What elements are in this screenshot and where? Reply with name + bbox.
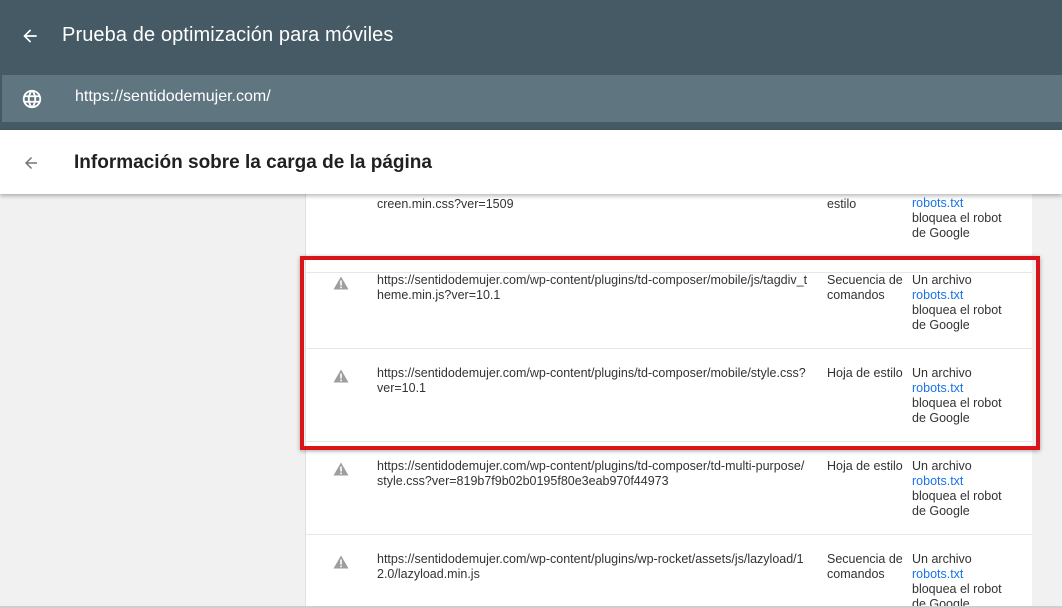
resource-type: estilo — [827, 197, 857, 211]
warning-icon — [333, 276, 349, 290]
status-text: Un archivo — [912, 459, 972, 473]
status-text: bloquea el robot — [912, 582, 1002, 596]
table-row: https://sentidodemujer.com/wp-content/pl… — [306, 256, 1032, 349]
resource-type: Secuencia de comandos — [827, 273, 903, 302]
arrow-back-icon — [23, 29, 37, 43]
resource-url: https://sentidodemujer.com/wp-content/pl… — [377, 459, 805, 488]
table-row: https://sentidodemujer.com/wp-content/pl… — [306, 442, 1032, 535]
warning-icon — [333, 462, 349, 476]
status-text: Un archivo — [912, 366, 972, 380]
app-title: Prueba de optimización para móviles — [62, 24, 394, 46]
resource-status: Un archivo robots.txt bloquea el robot d… — [912, 552, 1030, 608]
robots-txt-link[interactable]: robots.txt — [912, 474, 1030, 489]
resource-status: Un archivo robots.txt bloquea el robot d… — [912, 273, 1030, 333]
robots-txt-link[interactable]: robots.txt — [912, 288, 1030, 303]
panel-back-button[interactable] — [18, 150, 44, 176]
resource-url: https://sentidodemujer.com/wp-content/pl… — [377, 366, 806, 395]
warning-icon — [333, 555, 349, 569]
url-bar[interactable]: https://sentidodemujer.com/ — [2, 75, 1062, 122]
resource-type: Secuencia de comandos — [827, 552, 903, 581]
panel-title: Información sobre la carga de la página — [74, 152, 432, 173]
status-text: bloquea el robot — [912, 489, 1002, 503]
resources-table: creen.min.css?ver=1509 estilo robots.txt… — [305, 194, 1032, 608]
status-text: Un archivo — [912, 552, 972, 566]
table-row: https://sentidodemujer.com/wp-content/pl… — [306, 349, 1032, 442]
resource-url: https://sentidodemujer.com/wp-content/pl… — [377, 273, 808, 302]
table-row: https://sentidodemujer.com/wp-content/pl… — [306, 535, 1032, 608]
resource-type: Hoja de estilo — [827, 366, 903, 380]
arrow-back-icon — [25, 157, 37, 169]
warning-icon — [333, 369, 349, 383]
robots-txt-link[interactable]: robots.txt — [912, 381, 1030, 396]
app-header: Prueba de optimización para móviles http… — [0, 0, 1062, 130]
status-text: bloquea el robot — [912, 396, 1002, 410]
resource-status: Un archivo robots.txt bloquea el robot d… — [912, 366, 1030, 426]
page: Prueba de optimización para móviles http… — [0, 0, 1062, 608]
resource-url: creen.min.css?ver=1509 — [377, 197, 514, 211]
status-text: de Google — [912, 226, 970, 240]
globe-icon — [22, 89, 42, 109]
resource-status: Un archivo robots.txt bloquea el robot d… — [912, 459, 1030, 519]
robots-txt-link[interactable]: robots.txt — [912, 567, 1030, 582]
resource-status: robots.txt bloquea el robot de Google — [912, 196, 1030, 241]
resource-url: https://sentidodemujer.com/wp-content/pl… — [377, 552, 804, 581]
status-text: de Google — [912, 504, 970, 518]
status-text: bloquea el robot — [912, 211, 1002, 225]
header-back-button[interactable] — [16, 22, 44, 50]
resource-type: Hoja de estilo — [827, 459, 903, 473]
status-text: de Google — [912, 411, 970, 425]
status-text: Un archivo — [912, 273, 972, 287]
url-text: https://sentidodemujer.com/ — [75, 88, 271, 105]
panel-header: Información sobre la carga de la página — [0, 130, 1062, 194]
status-text: bloquea el robot — [912, 303, 1002, 317]
robots-txt-link[interactable]: robots.txt — [912, 196, 1030, 211]
status-text: de Google — [912, 318, 970, 332]
